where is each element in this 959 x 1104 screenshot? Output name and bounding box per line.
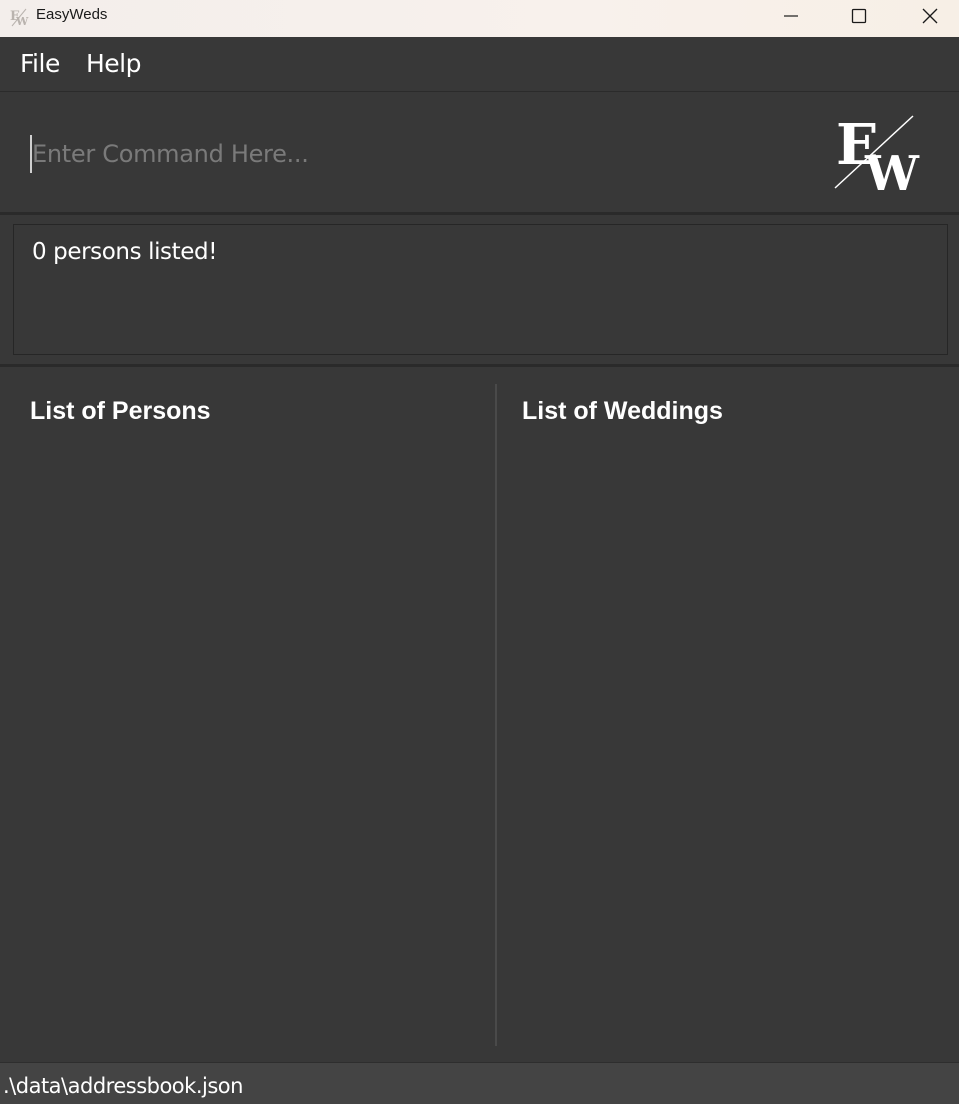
weddings-list-title: List of Weddings	[522, 397, 723, 425]
menu-help[interactable]: Help	[86, 49, 142, 78]
minimize-icon	[784, 15, 798, 17]
easyweds-logo: E W	[834, 114, 920, 194]
easyweds-logo-icon: E W	[10, 8, 29, 27]
command-input[interactable]	[30, 132, 792, 176]
close-icon	[922, 8, 938, 24]
close-button[interactable]	[896, 0, 959, 32]
maximize-button[interactable]	[825, 0, 893, 32]
weddings-list[interactable]	[497, 447, 959, 1047]
result-message: 0 persons listed!	[32, 239, 218, 265]
maximize-icon	[851, 8, 867, 24]
menu-bar: File Help	[0, 37, 959, 92]
text-caret	[30, 135, 32, 173]
divider	[0, 212, 959, 215]
persons-list[interactable]	[0, 447, 495, 1047]
command-box: E W	[0, 92, 959, 212]
window-title: EasyWeds	[36, 6, 108, 23]
result-display[interactable]: 0 persons listed!	[13, 224, 948, 355]
persons-list-title: List of Persons	[30, 397, 211, 425]
app-window: E W EasyWeds File Help Enter Command Her…	[0, 0, 959, 1104]
minimize-button[interactable]	[757, 0, 825, 32]
title-bar[interactable]: E W EasyWeds	[0, 0, 959, 37]
weddings-panel: List of Weddings	[497, 367, 959, 1061]
menu-file[interactable]: File	[20, 49, 60, 78]
status-bar: .\data\addressbook.json	[0, 1062, 959, 1104]
persons-panel: List of Persons	[0, 367, 495, 1061]
svg-text:W: W	[15, 15, 29, 27]
data-file-path: .\data\addressbook.json	[3, 1074, 243, 1098]
